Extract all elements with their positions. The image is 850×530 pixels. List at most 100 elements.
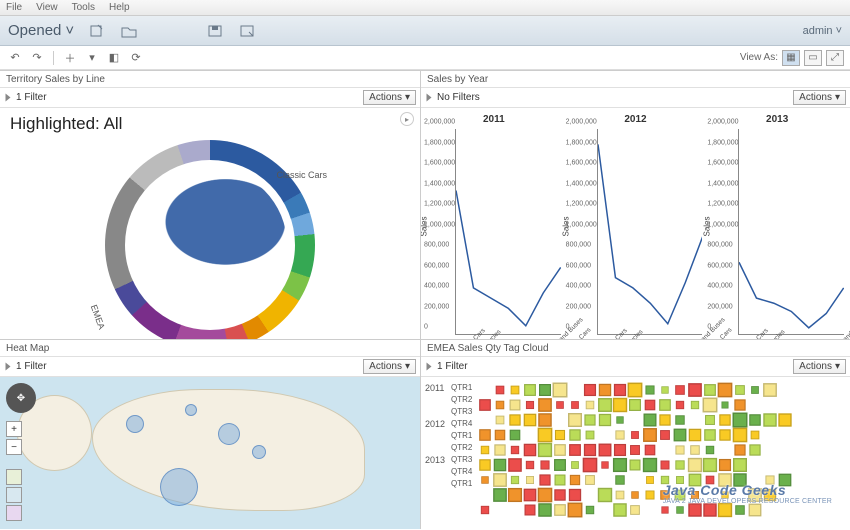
tagcloud-cell[interactable] [735,444,746,455]
layer-button[interactable] [6,469,22,485]
tagcloud-cell[interactable] [539,398,553,412]
tagcloud-cell[interactable] [496,386,505,395]
opened-dropdown[interactable]: Opened ˅ [8,22,74,39]
filter-toggle[interactable]: 1 Filter [4,92,47,103]
tagcloud-cell[interactable] [614,384,626,396]
zoom-out-button[interactable]: − [6,439,22,455]
map-pan-control[interactable]: ✥ [6,383,36,413]
year-chart[interactable]: 20110200,000400,000600,000800,0001,000,0… [425,114,563,337]
tagcloud-cell[interactable] [599,444,612,457]
tagcloud-cell[interactable] [703,398,718,413]
tagcloud-cell[interactable] [676,415,685,424]
layer-button[interactable] [6,505,22,521]
tagcloud-cell[interactable] [688,458,702,472]
menu-view[interactable]: View [36,2,58,13]
tagcloud-cell[interactable] [496,401,505,410]
tagcloud-cell[interactable] [779,413,792,426]
tagcloud-cell[interactable] [572,461,580,469]
tagcloud-cell[interactable] [538,428,553,443]
tagcloud-cell[interactable] [540,474,551,485]
tagcloud-cell[interactable] [691,401,699,409]
tagcloud-cell[interactable] [751,431,760,440]
filter-toggle[interactable]: 1 Filter [4,361,47,372]
tagcloud-cell[interactable] [706,446,714,454]
tagcloud-cell[interactable] [524,444,537,457]
tagcloud-cell[interactable] [689,383,703,397]
view-grid-icon[interactable]: ▦ [782,50,800,66]
tagcloud-cell[interactable] [511,386,520,395]
save-icon[interactable] [206,23,224,39]
tagcloud-cell[interactable] [614,444,626,456]
tagcloud-cell[interactable] [646,385,655,394]
layout-icon[interactable]: ◧ [105,49,123,67]
tagcloud-cell[interactable] [644,414,657,427]
tagcloud-cell[interactable] [511,446,519,454]
tagcloud-cell[interactable] [539,503,553,517]
tagcloud-cell[interactable] [598,398,612,412]
menu-tools[interactable]: Tools [72,2,95,13]
tagcloud-cell[interactable] [718,383,733,398]
tagcloud-cell[interactable] [570,475,580,485]
tagcloud-cell[interactable] [541,460,550,469]
redo-icon[interactable]: ↷ [28,49,46,67]
tagcloud-cell[interactable] [733,458,747,472]
filter-icon[interactable]: ▾ [83,49,101,67]
map-bubble[interactable] [126,415,144,433]
tagcloud-cell[interactable] [764,413,777,426]
tagcloud-cell[interactable] [631,505,641,515]
filter-toggle[interactable]: 1 Filter [425,361,468,372]
tagcloud-cell[interactable] [598,488,612,502]
layer-button[interactable] [6,487,22,503]
tagcloud-cell[interactable] [720,414,731,425]
tagcloud-cell[interactable] [674,429,687,442]
tagcloud-cell[interactable] [613,458,627,472]
tagcloud-cell[interactable] [660,414,671,425]
tagcloud-cell[interactable] [660,430,670,440]
tagcloud-cell[interactable] [632,491,639,498]
map-bubble[interactable] [160,468,198,506]
tagcloud-cell[interactable] [526,476,534,484]
tagcloud-cell[interactable] [631,431,639,439]
tagcloud-cell[interactable] [524,384,536,396]
tagcloud-cell[interactable] [691,445,701,455]
expand-icon[interactable]: ▸ [400,112,414,126]
tagcloud-cell[interactable] [676,385,686,395]
tagcloud-cell[interactable] [555,489,566,500]
tagcloud-cell[interactable] [586,401,595,410]
tagcloud-cell[interactable] [569,444,581,456]
tagcloud-cell[interactable] [676,460,685,469]
tagcloud-cell[interactable] [524,414,537,427]
tagcloud-cell[interactable] [583,458,598,473]
tagcloud-cell[interactable] [646,476,654,484]
tagcloud-cell[interactable] [538,443,552,457]
tagcloud-cell[interactable] [629,399,641,411]
tagcloud-cell[interactable] [510,414,521,425]
tagcloud-cell[interactable] [660,399,672,411]
tagcloud-cell[interactable] [646,491,655,500]
tagcloud-cell[interactable] [511,476,519,484]
tagcloud-cell[interactable] [643,428,657,442]
refresh-icon[interactable]: ⟳ [127,49,145,67]
tagcloud-cell[interactable] [735,399,746,410]
tagcloud-cell[interactable] [662,506,669,513]
tagcloud-cell[interactable] [750,444,761,455]
filter-toggle[interactable]: No Filters [425,92,480,103]
actions-button[interactable]: Actions▾ [363,90,416,105]
tagcloud-cell[interactable] [538,488,553,503]
tagcloud-cell[interactable] [508,488,522,502]
tagcloud-cell[interactable] [585,475,595,485]
tagcloud-cell[interactable] [705,415,715,425]
tagcloud-cell[interactable] [750,414,762,426]
tagcloud-cell[interactable] [557,401,565,409]
actions-button[interactable]: Actions▾ [363,359,416,374]
save-as-icon[interactable] [238,23,256,39]
tagcloud-cell[interactable] [719,459,731,471]
tagcloud-cell[interactable] [480,399,492,411]
tagcloud-cell[interactable] [703,458,717,472]
tagcloud-cell[interactable] [733,428,748,443]
tagcloud-cell[interactable] [677,506,684,513]
tagcloud-cell[interactable] [570,429,581,440]
new-doc-icon[interactable] [88,23,106,39]
open-doc-icon[interactable] [120,23,138,39]
tagcloud-cell[interactable] [689,429,702,442]
